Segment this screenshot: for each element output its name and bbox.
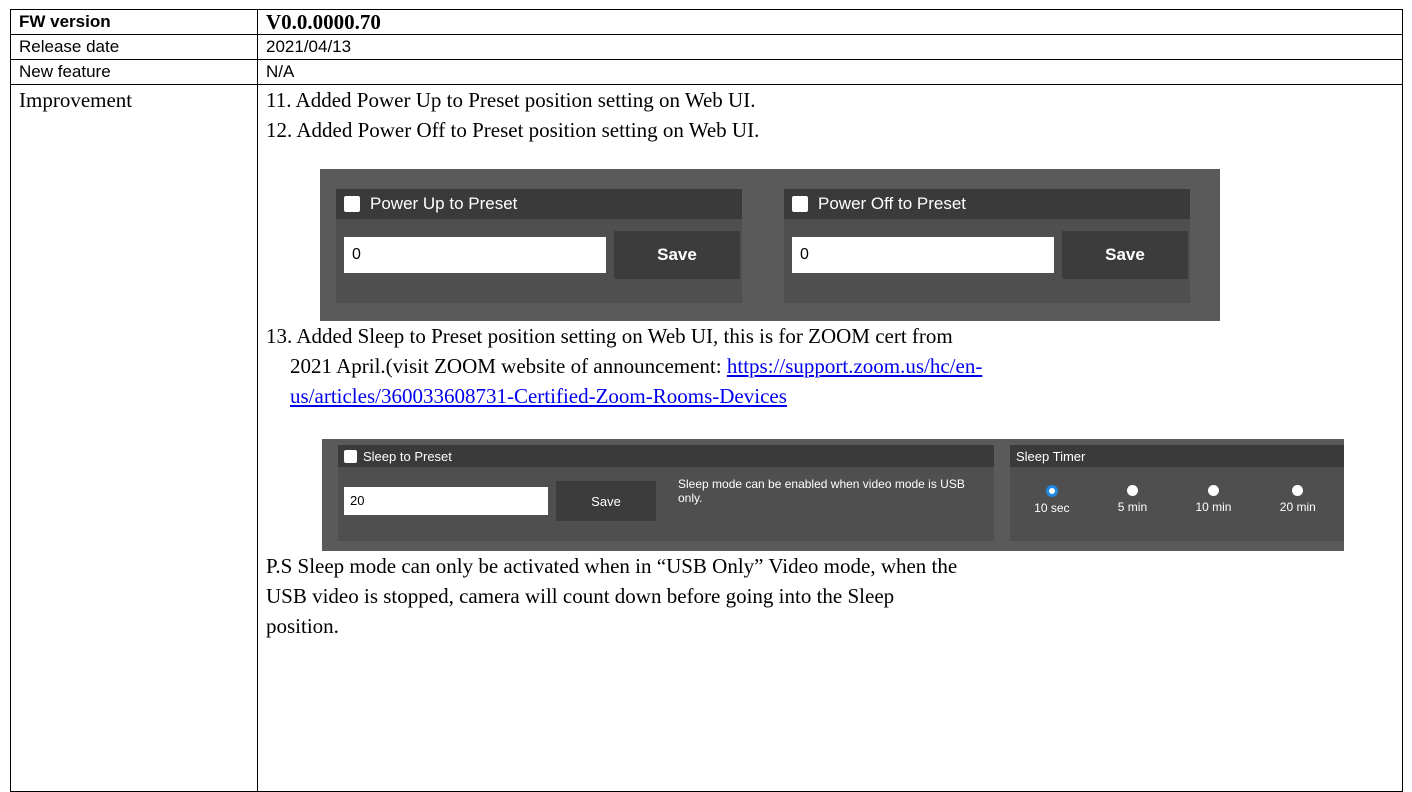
radio-10-sec[interactable]: 10 sec (1034, 485, 1070, 516)
sleep-mode-note: Sleep mode can be enabled when video mod… (678, 477, 965, 506)
power-up-box: Power Up to Preset 0 Save (336, 189, 742, 304)
row-fw-version: FW version V0.0.0000.70 (10, 8, 1403, 36)
radio-icon (1207, 485, 1219, 497)
item-11: 11. Added Power Up to Preset position se… (266, 88, 756, 113)
fw-version-value: V0.0.0000.70 (257, 8, 1403, 36)
power-up-header: Power Up to Preset (336, 189, 742, 220)
ps-line3: position. (266, 614, 339, 639)
radio-label: 10 min (1195, 500, 1232, 515)
release-date-value: 2021/04/13 (257, 34, 1403, 61)
item-12: 12. Added Power Off to Preset position s… (266, 118, 760, 143)
row-release-date: Release date 2021/04/13 (10, 34, 1403, 61)
power-up-label: Power Up to Preset (370, 194, 518, 214)
sleep-timer-box: Sleep Timer 10 sec 5 min 10 min 20 min (1010, 445, 1344, 542)
sleep-preset-save-button[interactable]: Save (556, 481, 656, 522)
radio-icon (1126, 485, 1138, 497)
radio-label: 5 min (1117, 500, 1148, 515)
sleep-preset-box: Sleep to Preset 20 Save Sleep mode can b… (338, 445, 994, 542)
improvement-label: Improvement (10, 84, 258, 792)
row-improvement: Improvement 11. Added Power Up to Preset… (10, 84, 1403, 792)
sleep-preset-header: Sleep to Preset (338, 445, 994, 468)
radio-icon (1292, 485, 1304, 497)
item-13-line1: 13. Added Sleep to Preset position setti… (266, 324, 953, 349)
sleep-preset-input[interactable]: 20 (344, 487, 548, 516)
item-13-text: 2021 April.(visit ZOOM website of announ… (290, 354, 727, 379)
sleep-preset-screenshot: Sleep to Preset 20 Save Sleep mode can b… (322, 439, 1344, 552)
item-13-line2: 2021 April.(visit ZOOM website of announ… (266, 351, 1402, 381)
sleep-preset-checkbox[interactable] (344, 449, 357, 463)
row-new-feature: New feature N/A (10, 59, 1403, 86)
power-up-checkbox[interactable] (344, 196, 360, 213)
zoom-link-part1[interactable]: https://support.zoom.us/hc/en- (727, 354, 982, 378)
sleep-timer-label: Sleep Timer (1010, 445, 1344, 468)
release-notes-table: FW version V0.0.0000.70 Release date 202… (10, 8, 1403, 792)
power-off-header: Power Off to Preset (784, 189, 1190, 220)
fw-version-label: FW version (10, 8, 258, 36)
release-date-label: Release date (10, 34, 258, 61)
power-off-label: Power Off to Preset (818, 194, 967, 214)
radio-label: 20 min (1279, 500, 1316, 515)
ps-line2: USB video is stopped, camera will count … (266, 584, 895, 609)
zoom-link-part2[interactable]: us/articles/360033608731-Certified-Zoom-… (290, 384, 787, 408)
radio-label: 10 sec (1034, 501, 1070, 516)
power-off-checkbox[interactable] (792, 196, 808, 213)
power-up-save-button[interactable]: Save (614, 231, 740, 280)
new-feature-value: N/A (257, 59, 1403, 86)
power-off-input[interactable]: 0 (792, 237, 1054, 274)
ps-line1: P.S Sleep mode can only be activated whe… (266, 554, 958, 579)
radio-20-min[interactable]: 20 min (1280, 485, 1316, 515)
power-up-input[interactable]: 0 (344, 237, 606, 274)
sleep-timer-options: 10 sec 5 min 10 min 20 min (1010, 485, 1340, 515)
new-feature-label: New feature (10, 59, 258, 86)
item-13-line3: us/articles/360033608731-Certified-Zoom-… (266, 381, 1402, 411)
power-preset-screenshot: Power Up to Preset 0 Save Power Off to P… (320, 169, 1220, 322)
radio-10-min[interactable]: 10 min (1195, 485, 1231, 515)
radio-selected-icon (1045, 485, 1058, 498)
radio-5-min[interactable]: 5 min (1118, 485, 1147, 515)
improvement-content: 11. Added Power Up to Preset position se… (257, 84, 1403, 792)
power-off-save-button[interactable]: Save (1062, 231, 1188, 280)
sleep-preset-label: Sleep to Preset (363, 448, 452, 464)
power-off-box: Power Off to Preset 0 Save (784, 189, 1190, 304)
